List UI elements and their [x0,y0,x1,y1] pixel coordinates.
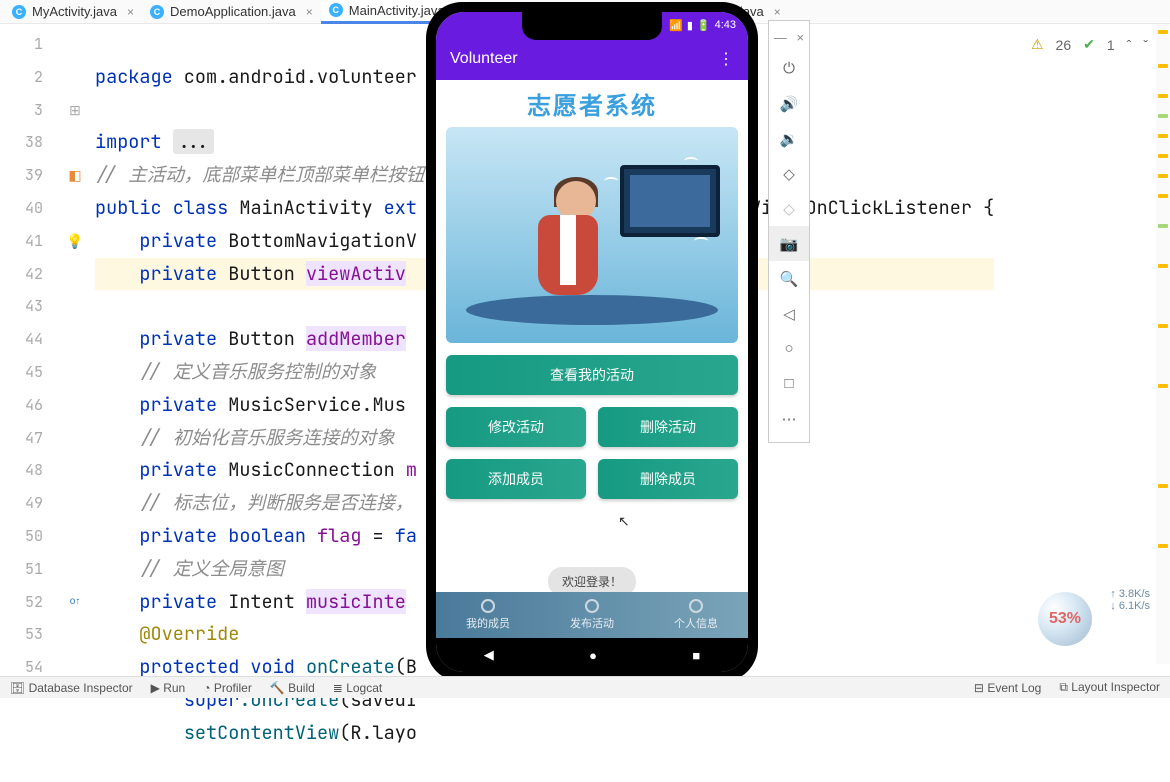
status-bar-bottom: 🗄 Database Inspector ▶ Run ◔ Profiler 🔨 … [0,676,1170,698]
tab-label: DemoApplication.java [170,4,296,19]
java-class-icon: C [329,3,343,17]
rotate-right-icon[interactable]: ◇ [769,191,809,226]
run-gutter-icon[interactable]: ◧ [55,159,95,192]
passed-count: 1 [1107,37,1115,53]
delete-member-button[interactable]: 删除成员 [598,459,738,499]
signal-icon: ▮ [687,19,693,32]
more-icon[interactable]: ⋯ [769,401,809,436]
memory-ball[interactable]: 53% [1038,592,1092,646]
camera-icon[interactable]: 📷 [769,226,809,261]
emulator-toolbar: — × ⏻ 🔊 🔉 ◇ ◇ 📷 🔍 ◁ ○ □ ⋯ [768,20,810,443]
device-screen[interactable]: 📶 ▮ 🔋 4:43 Volunteer ⋮ 志愿者系统 查看我的活动 修改活动… [436,12,748,672]
build-tab[interactable]: 🔨 Build [270,681,315,695]
delete-activity-button[interactable]: 删除活动 [598,407,738,447]
view-activities-button[interactable]: 查看我的活动 [446,355,738,395]
home-icon[interactable]: ○ [769,331,809,366]
tab-label: MyActivity.java [32,4,117,19]
close-icon[interactable]: × [774,5,781,19]
net-speed: ↑ 3.8K/s↓ 6.1K/s [1110,588,1150,612]
fold-icon[interactable]: ⊞ [55,94,95,127]
override-icon[interactable]: o↑ [55,586,95,619]
volume-up-icon[interactable]: 🔊 [769,86,809,121]
nav-publish[interactable]: 发布活动 [540,592,644,638]
minimize-icon[interactable]: — [774,30,787,45]
publish-icon [585,599,599,613]
logcat-tab[interactable]: ≣ Logcat [333,681,382,695]
overflow-menu-icon[interactable]: ⋮ [718,49,734,69]
back-icon[interactable]: ◁ [769,296,809,331]
edit-activity-button[interactable]: 修改活动 [446,407,586,447]
tab-myactivity[interactable]: C MyActivity.java × [4,0,142,24]
zoom-icon[interactable]: 🔍 [769,261,809,296]
db-inspector-tab[interactable]: 🗄 Database Inspector [10,681,133,695]
system-nav: ◀ ● ■ [436,638,748,672]
close-icon[interactable]: × [127,5,134,19]
tab-label: MainActivity.java [349,3,445,18]
check-icon: ✔ [1083,36,1095,53]
warning-icon: ⚠ [1031,36,1044,53]
profile-icon [689,599,703,613]
sys-overview-icon[interactable]: ■ [692,648,700,663]
status-time: 4:43 [715,19,736,31]
bottom-nav: 我的成员 发布活动 个人信息 [436,592,748,638]
warning-count: 26 [1056,37,1072,53]
inspection-summary[interactable]: ⚠ 26 ✔ 1 ˆ ˇ [1031,36,1148,53]
gutter-icons: ⊞ ◧ 💡 o↑ [55,24,95,674]
float-speed-widget[interactable]: 53% ↑ 3.8K/s↓ 6.1K/s [1038,584,1152,654]
overview-icon[interactable]: □ [769,366,809,401]
hero-illustration [446,127,738,343]
bulb-icon[interactable]: 💡 [55,225,95,258]
emulator-device: 📶 ▮ 🔋 4:43 Volunteer ⋮ 志愿者系统 查看我的活动 修改活动… [426,2,758,682]
device-notch [522,12,662,40]
add-member-button[interactable]: 添加成员 [446,459,586,499]
sys-back-icon[interactable]: ◀ [484,647,494,663]
tab-demoapp[interactable]: C DemoApplication.java × [142,0,321,24]
nav-members[interactable]: 我的成员 [436,592,540,638]
chevron-down-icon[interactable]: ˇ [1143,37,1148,53]
run-tab[interactable]: ▶ Run [151,681,186,695]
event-log-tab[interactable]: ⊟ Event Log [974,681,1041,695]
layout-inspector-tab[interactable]: ⧉ Layout Inspector [1059,680,1160,695]
power-icon[interactable]: ⏻ [769,51,809,86]
app-bar: Volunteer ⋮ [436,38,748,80]
chevron-up-icon[interactable]: ˆ [1127,37,1132,53]
sys-home-icon[interactable]: ● [589,648,597,663]
error-stripe[interactable] [1156,24,1170,664]
java-class-icon: C [12,5,26,19]
java-class-icon: C [150,5,164,19]
battery-icon: 🔋 [697,19,711,32]
wifi-icon: 📶 [669,19,683,32]
volume-down-icon[interactable]: 🔉 [769,121,809,156]
line-gutter: 1233839404142434445464748495051525354 [0,24,55,674]
appbar-title: Volunteer [450,50,518,68]
members-icon [481,599,495,613]
window-close-icon[interactable]: × [797,30,805,45]
profiler-tab[interactable]: ◔ Profiler [203,681,252,695]
close-icon[interactable]: × [306,5,313,19]
page-title: 志愿者系统 [436,80,748,127]
rotate-left-icon[interactable]: ◇ [769,156,809,191]
nav-profile[interactable]: 个人信息 [644,592,748,638]
